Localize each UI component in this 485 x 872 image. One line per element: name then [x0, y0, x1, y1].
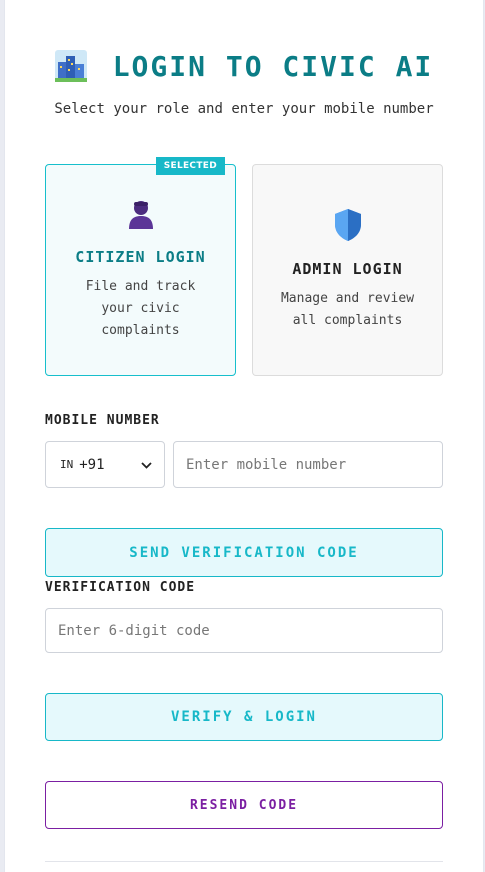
resend-code-button[interactable]: RESEND CODE: [45, 781, 443, 829]
divider: [45, 861, 443, 862]
shield-icon: [334, 208, 362, 246]
mobile-number-input[interactable]: [173, 441, 443, 488]
admin-role-description: Manage and review all complaints: [280, 291, 415, 328]
send-code-button[interactable]: SEND VERIFICATION CODE: [45, 528, 443, 577]
person-icon: [125, 198, 157, 234]
login-card: LOGIN TO CIVIC AI Select your role and e…: [4, 0, 484, 872]
dial-code: +91: [79, 456, 105, 473]
country-code-select[interactable]: IN +91: [45, 441, 165, 488]
page-subtitle: Select your role and enter your mobile n…: [54, 101, 434, 117]
citizen-role-description: File and track your civic complaints: [85, 279, 196, 338]
citizen-role-title: CITIZEN LOGIN: [75, 248, 206, 266]
mobile-number-label: MOBILE NUMBER: [45, 413, 160, 428]
role-card-citizen[interactable]: SELECTED CITIZEN LOGIN File and track yo…: [45, 157, 236, 376]
chevron-down-icon: [141, 459, 152, 470]
selected-badge: SELECTED: [155, 157, 225, 175]
country-code: IN: [60, 458, 74, 471]
verify-login-button[interactable]: VERIFY & LOGIN: [45, 693, 443, 741]
city-buildings-icon: [54, 50, 87, 82]
role-card-admin[interactable]: ADMIN LOGIN Manage and review all compla…: [252, 164, 443, 376]
admin-role-title: ADMIN LOGIN: [292, 260, 403, 278]
page-title: LOGIN TO CIVIC AI: [112, 49, 434, 83]
verification-code-label: VERIFICATION CODE: [45, 580, 196, 595]
header: LOGIN TO CIVIC AI: [5, 44, 483, 88]
verification-code-input[interactable]: [45, 608, 443, 653]
